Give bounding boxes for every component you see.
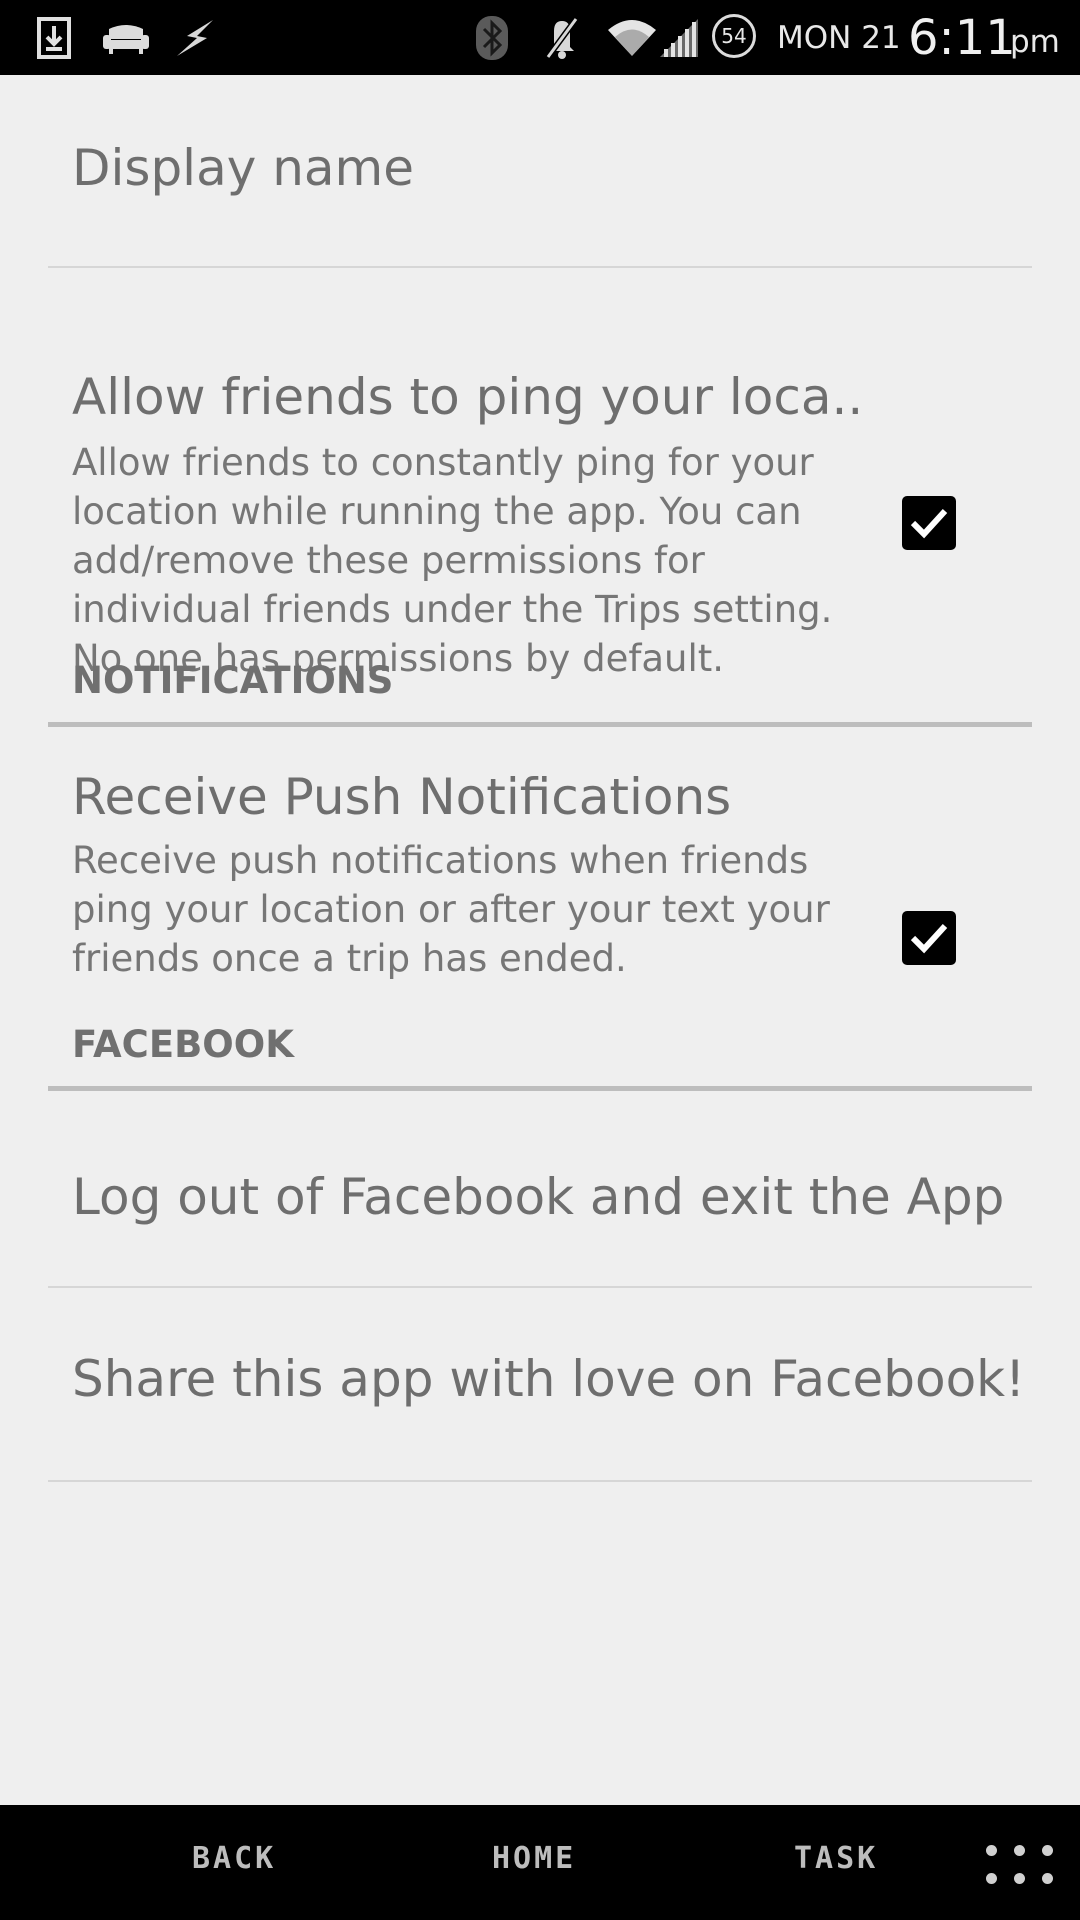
navigation-bar: BACK HOME TASK [0, 1805, 1080, 1920]
section-divider [48, 1086, 1032, 1091]
ping-location-checkbox[interactable] [902, 496, 956, 550]
pref-ping-location-summary: Allow friends to constantly ping for you… [72, 441, 833, 680]
signal-icon [658, 12, 700, 64]
back-button[interactable]: BACK [192, 1841, 276, 1876]
section-header-notifications: NOTIFICATIONS [72, 659, 394, 702]
pref-share-title: Share this app with love on Facebook! [72, 1350, 1026, 1408]
section-divider [48, 722, 1032, 727]
pref-push-notifications-summary: Receive push notifications when friends … [72, 839, 830, 980]
push-notifications-checkbox[interactable] [902, 911, 956, 965]
overflow-menu-icon[interactable] [984, 1843, 1064, 1887]
checkmark-icon [910, 508, 948, 539]
home-button[interactable]: HOME [492, 1841, 576, 1876]
status-time: 6:11 [908, 10, 1016, 66]
pref-ping-location-title: Allow friends to ping your loca.. [72, 368, 864, 426]
wifi-icon [606, 12, 658, 64]
bluetooth-icon [474, 12, 510, 64]
pref-push-notifications-title: Receive Push Notifications [72, 768, 732, 826]
pref-logout-title: Log out of Facebook and exit the App [72, 1168, 1005, 1226]
lightning-icon [172, 12, 220, 64]
status-ampm: pm [1010, 24, 1060, 60]
battery-indicator: 54 [712, 14, 756, 58]
divider [48, 1480, 1032, 1482]
pref-display-name[interactable]: Display name [0, 75, 1080, 267]
sofa-icon [100, 12, 152, 64]
pref-display-name-title: Display name [72, 139, 414, 197]
checkmark-icon [910, 923, 948, 954]
download-icon [34, 12, 74, 64]
status-bar: 54 MON 21 6:11 pm [0, 0, 1080, 75]
status-date: MON 21 [777, 20, 901, 56]
mute-icon [540, 12, 584, 64]
task-button[interactable]: TASK [794, 1841, 878, 1876]
section-header-facebook: FACEBOOK [72, 1023, 294, 1066]
pref-ping-location[interactable]: Allow friends to ping your loca.. Allow … [0, 268, 1080, 680]
settings-list: Display name Allow friends to ping your … [0, 75, 1080, 1805]
pref-share[interactable]: Share this app with love on Facebook! [0, 1288, 1080, 1481]
